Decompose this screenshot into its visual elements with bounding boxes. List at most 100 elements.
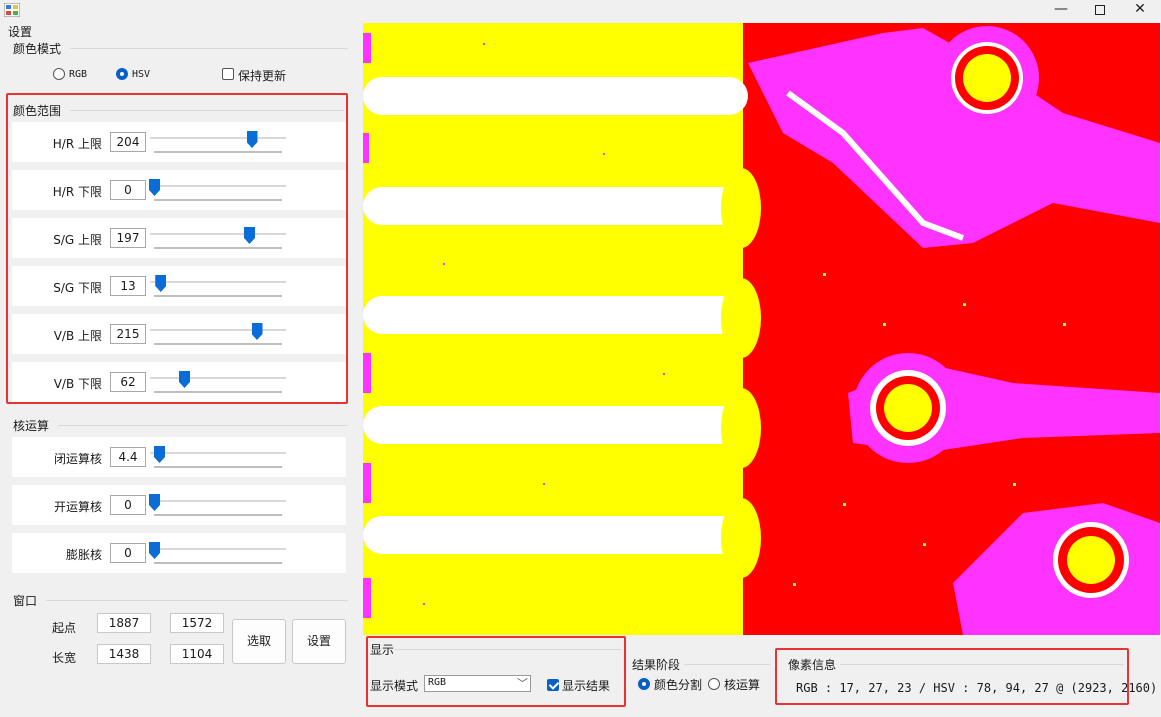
color-range-slider-track[interactable]: [150, 281, 286, 283]
color-range-label: S/G 下限: [53, 281, 102, 295]
result-stage-title: 结果阶段: [632, 658, 681, 672]
set-button[interactable]: 设置: [292, 619, 346, 664]
color-range-slider-thumb[interactable]: [251, 323, 263, 340]
display-mode-select[interactable]: RGB ﹀: [424, 675, 531, 692]
kernel-slider-thumb[interactable]: [149, 494, 160, 511]
color-range-row: V/B 下限 62: [12, 362, 346, 402]
color-range-label: H/R 上限: [52, 137, 102, 151]
color-range-row: V/B 上限 215: [12, 314, 346, 354]
start-label: 起点: [52, 621, 77, 635]
divider: [395, 649, 621, 650]
divider: [70, 110, 344, 111]
hsv-radio-label: HSV: [132, 69, 151, 80]
width-input[interactable]: 1438: [97, 644, 151, 664]
start-y-input[interactable]: 1572: [170, 613, 224, 633]
kernel-slider-track[interactable]: [150, 452, 286, 454]
kernel-slider-track[interactable]: [150, 548, 286, 550]
kernel-value-input[interactable]: 0: [110, 495, 146, 515]
color-range-slider-track[interactable]: [150, 185, 286, 187]
color-range-slider-track[interactable]: [150, 233, 286, 235]
size-label: 长宽: [52, 651, 77, 665]
color-range-slider-ticks: [154, 391, 282, 393]
display-highlight: [366, 636, 626, 707]
divider: [840, 664, 1124, 665]
color-range-slider-track[interactable]: [150, 137, 286, 139]
color-range-row: S/G 下限 13: [12, 266, 346, 306]
color-range-value-input[interactable]: 62: [110, 372, 146, 392]
kernel-row: 膨胀核 0: [12, 533, 346, 573]
color-range-value-input[interactable]: 0: [110, 180, 146, 200]
color-mode-title: 颜色模式: [13, 42, 62, 56]
kernel-row: 开运算核 0: [12, 485, 346, 525]
chevron-down-icon: ﹀: [517, 677, 528, 690]
kernel-label: 闭运算核: [53, 452, 102, 466]
color-split-label: 颜色分割: [654, 678, 703, 692]
close-button[interactable]: ✕: [1120, 0, 1160, 20]
display-mode-label: 显示模式: [370, 679, 419, 693]
settings-panel: 设置 颜色模式 RGB HSV 保持更新 颜色范围 H/R 上限 204 H/R 下…: [0, 22, 360, 717]
color-range-label: V/B 上限: [53, 329, 102, 343]
color-range-slider-thumb[interactable]: [149, 179, 160, 196]
start-x-input[interactable]: 1887: [97, 613, 151, 633]
show-result-checkbox[interactable]: [547, 679, 559, 691]
divider: [46, 600, 348, 601]
kernel-value-input[interactable]: 4.4: [110, 447, 146, 467]
color-range-label: S/G 上限: [53, 233, 102, 247]
color-range-row: H/R 下限 0: [12, 170, 346, 210]
show-result-label: 显示结果: [562, 679, 611, 693]
segmentation-image[interactable]: [363, 23, 1160, 635]
kernel-title: 核运算: [13, 419, 50, 433]
select-button[interactable]: 选取: [232, 619, 286, 664]
color-range-slider-ticks: [154, 295, 282, 297]
display-mode-value: RGB: [428, 677, 447, 688]
pixel-info-text: RGB : 17, 27, 23 / HSV : 78, 94, 27 @ (2…: [796, 681, 1158, 695]
color-range-slider-ticks: [154, 247, 282, 249]
app-icon: [4, 3, 20, 17]
color-range-row: S/G 上限 197: [12, 218, 346, 258]
kernel-slider-thumb[interactable]: [149, 542, 160, 559]
divider: [684, 664, 770, 665]
color-range-slider-thumb[interactable]: [155, 275, 167, 292]
color-range-value-input[interactable]: 13: [110, 276, 146, 296]
color-range-slider-ticks: [154, 199, 282, 201]
hsv-radio[interactable]: [116, 68, 128, 80]
kernel-slider-thumb[interactable]: [154, 446, 165, 463]
rgb-radio[interactable]: [53, 68, 65, 80]
kernel-slider-track[interactable]: [150, 500, 286, 502]
kernel-op-label: 核运算: [724, 678, 761, 692]
keep-update-label: 保持更新: [238, 69, 287, 83]
color-range-slider-ticks: [154, 151, 282, 153]
kernel-label: 开运算核: [53, 500, 102, 514]
color-range-slider-thumb[interactable]: [244, 227, 255, 244]
color-range-slider-ticks: [154, 343, 282, 345]
color-range-slider-track[interactable]: [150, 329, 286, 331]
color-range-value-input[interactable]: 215: [110, 324, 146, 344]
display-title: 显示: [370, 643, 395, 657]
kernel-slider-ticks: [154, 562, 282, 564]
color-range-slider-thumb[interactable]: [246, 131, 258, 148]
kernel-slider-ticks: [154, 466, 282, 468]
title-bar: — ✕: [0, 0, 1161, 22]
rgb-radio-label: RGB: [69, 69, 88, 80]
color-range-slider-track[interactable]: [150, 377, 286, 379]
settings-title: 设置: [8, 25, 33, 39]
kernel-label: 膨胀核: [65, 548, 102, 562]
minimize-button[interactable]: —: [1041, 0, 1081, 20]
maximize-icon: [1095, 5, 1105, 15]
kernel-value-input[interactable]: 0: [110, 543, 146, 563]
color-range-value-input[interactable]: 204: [110, 132, 146, 152]
keep-update-checkbox[interactable]: [222, 68, 234, 80]
divider: [58, 425, 348, 426]
color-range-slider-thumb[interactable]: [179, 371, 190, 388]
maximize-button[interactable]: [1080, 0, 1120, 20]
window-group-title: 窗口: [13, 594, 38, 608]
kernel-op-radio[interactable]: [708, 678, 720, 690]
color-range-label: V/B 下限: [53, 377, 102, 391]
color-split-radio[interactable]: [638, 678, 650, 690]
divider: [70, 48, 348, 49]
color-range-value-input[interactable]: 197: [110, 228, 146, 248]
color-range-title: 颜色范围: [13, 104, 62, 118]
color-range-label: H/R 下限: [52, 185, 102, 199]
height-input[interactable]: 1104: [170, 644, 224, 664]
kernel-row: 闭运算核 4.4: [12, 437, 346, 477]
